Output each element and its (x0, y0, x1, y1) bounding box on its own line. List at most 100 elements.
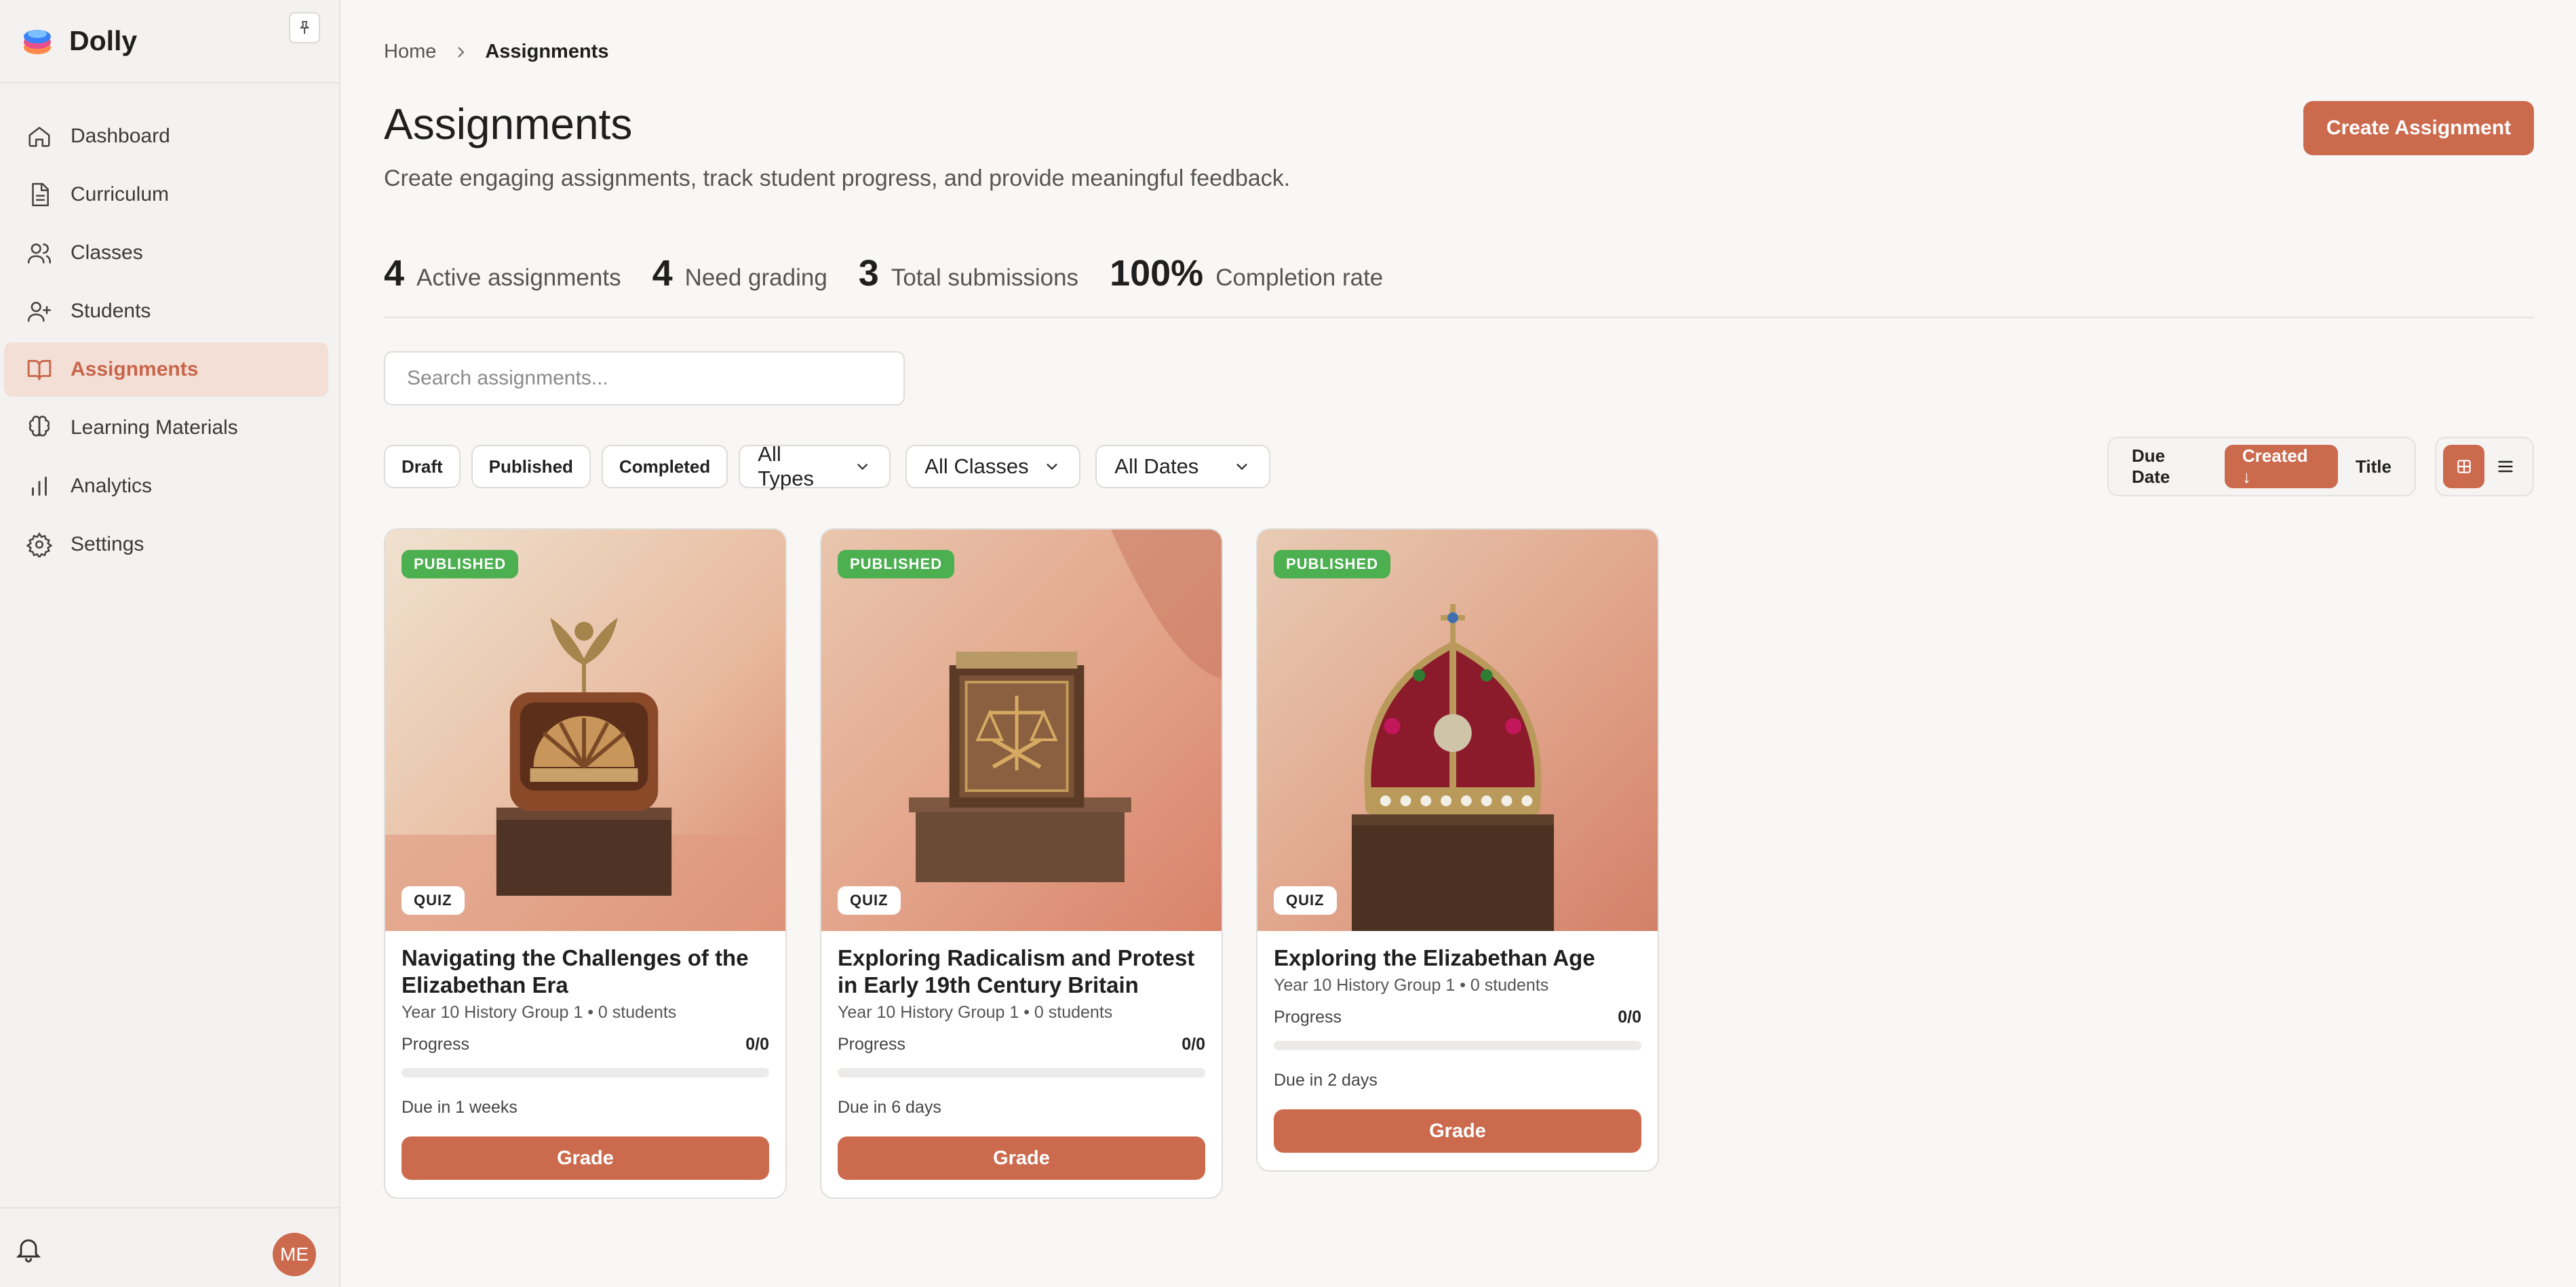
assignment-card[interactable]: PUBLISHED QUIZ Exploring Radicalism and … (820, 528, 1223, 1199)
stat-label: Completion rate (1215, 264, 1384, 291)
gear-icon (26, 531, 53, 558)
breadcrumb: Home Assignments (384, 41, 608, 63)
due-date: Due in 1 weeks (402, 1098, 518, 1117)
stat-value: 4 (652, 253, 673, 294)
stat-value: 100% (1110, 253, 1204, 294)
filter-chip-draft[interactable]: Draft (384, 445, 461, 488)
bell-icon[interactable] (14, 1234, 43, 1264)
page-subtitle: Create engaging assignments, track stude… (384, 165, 1291, 191)
sort-title-button[interactable]: Title (2338, 445, 2409, 488)
status-badge: PUBLISHED (402, 550, 519, 578)
filter-bar: Draft Published Completed All Types All … (384, 442, 1285, 490)
due-date: Due in 6 days (838, 1098, 941, 1117)
stats-bar: 4 Active assignments 4 Need grading 3 To… (384, 252, 1414, 294)
card-body: Exploring the Elizabethan Age Year 10 Hi… (1257, 931, 1658, 1170)
sidebar-item-label: Classes (71, 241, 143, 264)
logo-icon (24, 29, 51, 54)
stat-value: 3 (858, 253, 879, 294)
sidebar-item-label: Dashboard (71, 125, 170, 147)
class-filter-dropdown[interactable]: All Classes (905, 445, 1081, 488)
filter-chip-completed[interactable]: Completed (601, 445, 728, 488)
sidebar-item-settings[interactable]: Settings (4, 517, 328, 572)
chevron-right-icon (458, 46, 465, 58)
due-date: Due in 2 days (1274, 1071, 1378, 1090)
type-filter-dropdown[interactable]: All Types (739, 442, 891, 490)
progress-row: Progress 0/0 (402, 1035, 769, 1054)
assignment-image-radio: PUBLISHED QUIZ (385, 530, 785, 931)
sidebar-item-assignments[interactable]: Assignments (4, 342, 328, 397)
brand: Dolly (0, 0, 339, 83)
stat-completion-rate: 100% Completion rate (1110, 252, 1383, 294)
date-filter-dropdown[interactable]: All Dates (1095, 445, 1271, 488)
progress-bar (402, 1068, 769, 1077)
app-name: Dolly (69, 25, 138, 56)
grade-button[interactable]: Grade (1274, 1109, 1641, 1153)
main-content: Home Assignments Assignments Create enga… (384, 0, 2534, 1287)
sidebar-nav: Dashboard Curriculum Classes Students As… (0, 83, 339, 572)
progress-row: Progress 0/0 (1274, 1008, 1641, 1027)
status-badge: PUBLISHED (838, 550, 955, 578)
sidebar-item-curriculum[interactable]: Curriculum (4, 167, 328, 222)
sidebar-item-label: Learning Materials (71, 416, 238, 439)
page-title: Assignments (384, 100, 633, 148)
breadcrumb-home[interactable]: Home (384, 41, 436, 63)
card-title[interactable]: Exploring Radicalism and Protest in Earl… (838, 945, 1205, 999)
chevron-down-icon (1236, 463, 1248, 471)
breadcrumb-current: Assignments (485, 41, 609, 62)
chevron-down-icon (1047, 463, 1058, 471)
filter-chip-published[interactable]: Published (471, 445, 591, 488)
stat-active-assignments: 4 Active assignments (384, 252, 621, 294)
avatar[interactable]: ME (273, 1233, 316, 1276)
card-title[interactable]: Navigating the Challenges of the Elizabe… (402, 945, 769, 999)
stat-total-submissions: 3 Total submissions (859, 252, 1078, 294)
card-meta: Year 10 History Group 1 • 0 students (838, 1003, 1113, 1022)
list-icon (2497, 460, 2513, 473)
brain-icon (26, 414, 53, 441)
grade-button[interactable]: Grade (402, 1136, 769, 1180)
progress-bar (838, 1068, 1205, 1077)
progress-label: Progress (402, 1035, 470, 1054)
sidebar-item-students[interactable]: Students (4, 284, 328, 338)
progress-label: Progress (838, 1035, 906, 1054)
sidebar-item-label: Assignments (71, 358, 199, 380)
assignment-card[interactable]: PUBLISHED QUIZ Navigating the Challenges… (384, 528, 787, 1199)
chevron-down-icon (857, 463, 868, 471)
sort-due-date-button[interactable]: Due Date (2114, 445, 2225, 488)
pin-sidebar-button[interactable] (289, 12, 320, 43)
sidebar-item-label: Settings (71, 533, 144, 555)
card-title[interactable]: Exploring the Elizabethan Age (1274, 945, 1641, 972)
create-assignment-button[interactable]: Create Assignment (2303, 101, 2534, 155)
card-meta: Year 10 History Group 1 • 0 students (1274, 976, 1549, 995)
grid-view-button[interactable] (2443, 445, 2484, 488)
divider (384, 317, 2534, 318)
progress-label: Progress (1274, 1008, 1342, 1027)
user-plus-icon (26, 298, 53, 325)
book-icon (26, 356, 53, 383)
sidebar-item-learning-materials[interactable]: Learning Materials (4, 401, 328, 455)
bar-chart-icon (26, 473, 53, 500)
radio-illustration (385, 530, 785, 931)
stat-need-grading: 4 Need grading (652, 252, 827, 294)
grade-button[interactable]: Grade (838, 1136, 1205, 1180)
users-icon (26, 239, 53, 266)
sidebar-item-analytics[interactable]: Analytics (4, 459, 328, 513)
progress-bar (1274, 1041, 1641, 1050)
grid-icon (2457, 460, 2471, 473)
card-body: Navigating the Challenges of the Elizabe… (385, 931, 785, 1197)
stat-label: Active assignments (416, 264, 621, 291)
dropdown-label: All Types (758, 442, 814, 490)
sort-created-button[interactable]: Created ↓ (2224, 445, 2339, 488)
sidebar-item-label: Analytics (71, 475, 153, 497)
progress-value: 0/0 (1182, 1035, 1205, 1054)
stat-label: Need grading (684, 264, 827, 291)
sidebar-item-classes[interactable]: Classes (4, 226, 328, 280)
sidebar-item-label: Students (71, 300, 151, 322)
list-view-button[interactable] (2484, 445, 2526, 488)
card-body: Exploring Radicalism and Protest in Earl… (821, 931, 1222, 1197)
sidebar-item-dashboard[interactable]: Dashboard (4, 109, 328, 163)
sidebar-footer: ME (0, 1207, 339, 1287)
assignment-card[interactable]: PUBLISHED QUIZ Exploring the Elizabethan… (1256, 528, 1659, 1172)
search-input[interactable] (384, 351, 905, 405)
type-badge: QUIZ (1274, 886, 1337, 915)
card-meta: Year 10 History Group 1 • 0 students (402, 1003, 677, 1022)
